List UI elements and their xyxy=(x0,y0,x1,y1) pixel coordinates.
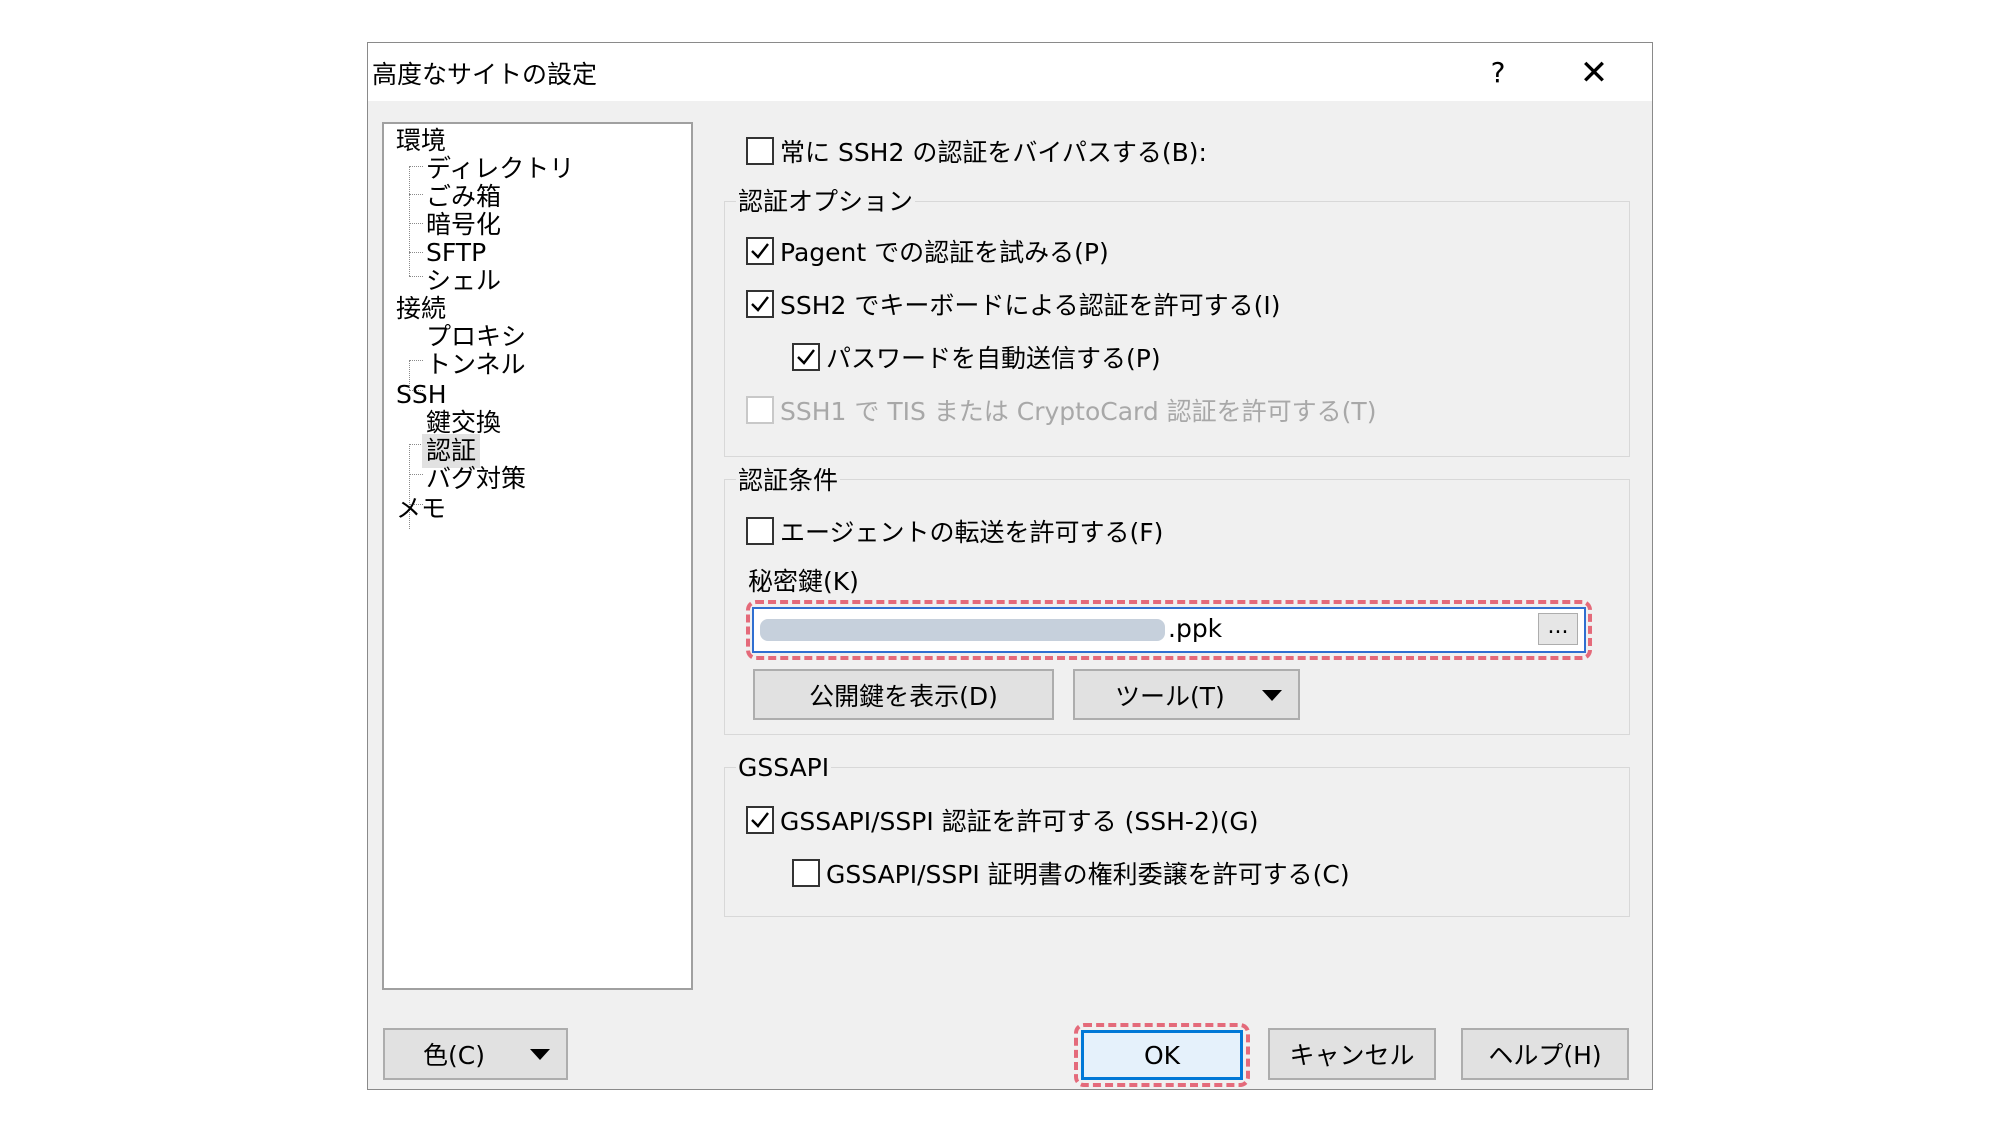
gssapi-title: GSSAPI xyxy=(736,753,832,783)
ok-button[interactable]: OK xyxy=(1081,1030,1243,1080)
checkbox-box xyxy=(792,859,820,887)
gssapi-group xyxy=(724,767,1630,917)
checkbox-box xyxy=(746,137,774,165)
auth-params-title: 認証条件 xyxy=(736,466,841,496)
bypass-auth-checkbox[interactable]: 常に SSH2 の認証をバイパスする(B): xyxy=(746,133,1207,169)
gssapi-delegation-checkbox[interactable]: GSSAPI/SSPI 証明書の権利委譲を許可する(C) xyxy=(792,855,1350,891)
tis-auth-checkbox: SSH1 で TIS または CryptoCard 認証を許可する(T) xyxy=(746,392,1376,428)
tis-auth-label: SSH1 で TIS または CryptoCard 認証を許可する(T) xyxy=(780,397,1377,426)
redacted-path xyxy=(760,619,1165,641)
tree-item-tunnel[interactable]: トンネル xyxy=(426,348,526,382)
auto-password-checkbox[interactable]: パスワードを自動送信する(P) xyxy=(792,339,1161,375)
check-icon xyxy=(746,290,774,318)
close-icon[interactable]: ✕ xyxy=(1572,51,1616,95)
tools-label: ツール(T) xyxy=(1115,681,1225,711)
check-icon xyxy=(746,806,774,834)
title-bar: 高度なサイトの設定 ? ✕ xyxy=(368,43,1652,101)
color-dropdown-button[interactable]: 色(C) xyxy=(383,1028,568,1080)
help-icon[interactable]: ? xyxy=(1478,53,1518,93)
bypass-auth-label: 常に SSH2 の認証をバイパスする(B): xyxy=(780,138,1207,167)
agent-forward-checkbox[interactable]: エージェントの転送を許可する(F) xyxy=(746,513,1163,549)
help-button[interactable]: ヘルプ(H) xyxy=(1461,1028,1629,1080)
private-key-input[interactable]: .ppk ... xyxy=(752,607,1586,653)
private-key-value: .ppk xyxy=(1168,614,1223,643)
auto-password-label: パスワードを自動送信する(P) xyxy=(826,344,1161,373)
dialog-title: 高度なサイトの設定 xyxy=(372,60,598,89)
pageant-checkbox[interactable]: Pagent での認証を試みる(P) xyxy=(746,233,1109,269)
chevron-down-icon xyxy=(530,1049,550,1060)
keyboard-auth-label: SSH2 でキーボードによる認証を許可する(I) xyxy=(780,291,1281,320)
browse-button[interactable]: ... xyxy=(1538,613,1578,645)
agent-forward-label: エージェントの転送を許可する(F) xyxy=(780,518,1164,547)
check-icon xyxy=(792,343,820,371)
gssapi-delegation-label: GSSAPI/SSPI 証明書の権利委譲を許可する(C) xyxy=(826,860,1350,889)
advanced-site-settings-dialog: 高度なサイトの設定 ? ✕ 環境 ディレクトリ ごみ箱 暗号化 SFTP シェル… xyxy=(367,42,1653,1090)
private-key-label: 秘密鍵(K) xyxy=(748,567,859,596)
cancel-button[interactable]: キャンセル xyxy=(1268,1028,1436,1080)
show-public-key-button[interactable]: 公開鍵を表示(D) xyxy=(753,669,1054,720)
tree-item-bugs[interactable]: バグ対策 xyxy=(426,462,526,496)
color-label: 色(C) xyxy=(423,1041,485,1070)
check-icon xyxy=(746,237,774,265)
show-public-key-label: 公開鍵を表示(D) xyxy=(809,681,998,711)
checkbox-box xyxy=(746,517,774,545)
tools-dropdown-button[interactable]: ツール(T) xyxy=(1073,669,1300,720)
gssapi-allow-label: GSSAPI/SSPI 認証を許可する (SSH-2)(G) xyxy=(780,807,1259,836)
auth-options-title: 認証オプション xyxy=(736,187,916,217)
chevron-down-icon xyxy=(1262,689,1282,701)
tree-item-memo[interactable]: メモ xyxy=(396,492,446,526)
ok-label: OK xyxy=(1143,1040,1181,1070)
checkbox-box xyxy=(746,396,774,424)
keyboard-auth-checkbox[interactable]: SSH2 でキーボードによる認証を許可する(I) xyxy=(746,286,1281,322)
cancel-label: キャンセル xyxy=(1289,1041,1415,1070)
help-label: ヘルプ(H) xyxy=(1488,1041,1602,1070)
gssapi-allow-checkbox[interactable]: GSSAPI/SSPI 認証を許可する (SSH-2)(G) xyxy=(746,802,1258,838)
pageant-label: Pagent での認証を試みる(P) xyxy=(780,238,1109,267)
settings-tree[interactable]: 環境 ディレクトリ ごみ箱 暗号化 SFTP シェル 接続 プロキシ トンネル … xyxy=(382,122,693,990)
